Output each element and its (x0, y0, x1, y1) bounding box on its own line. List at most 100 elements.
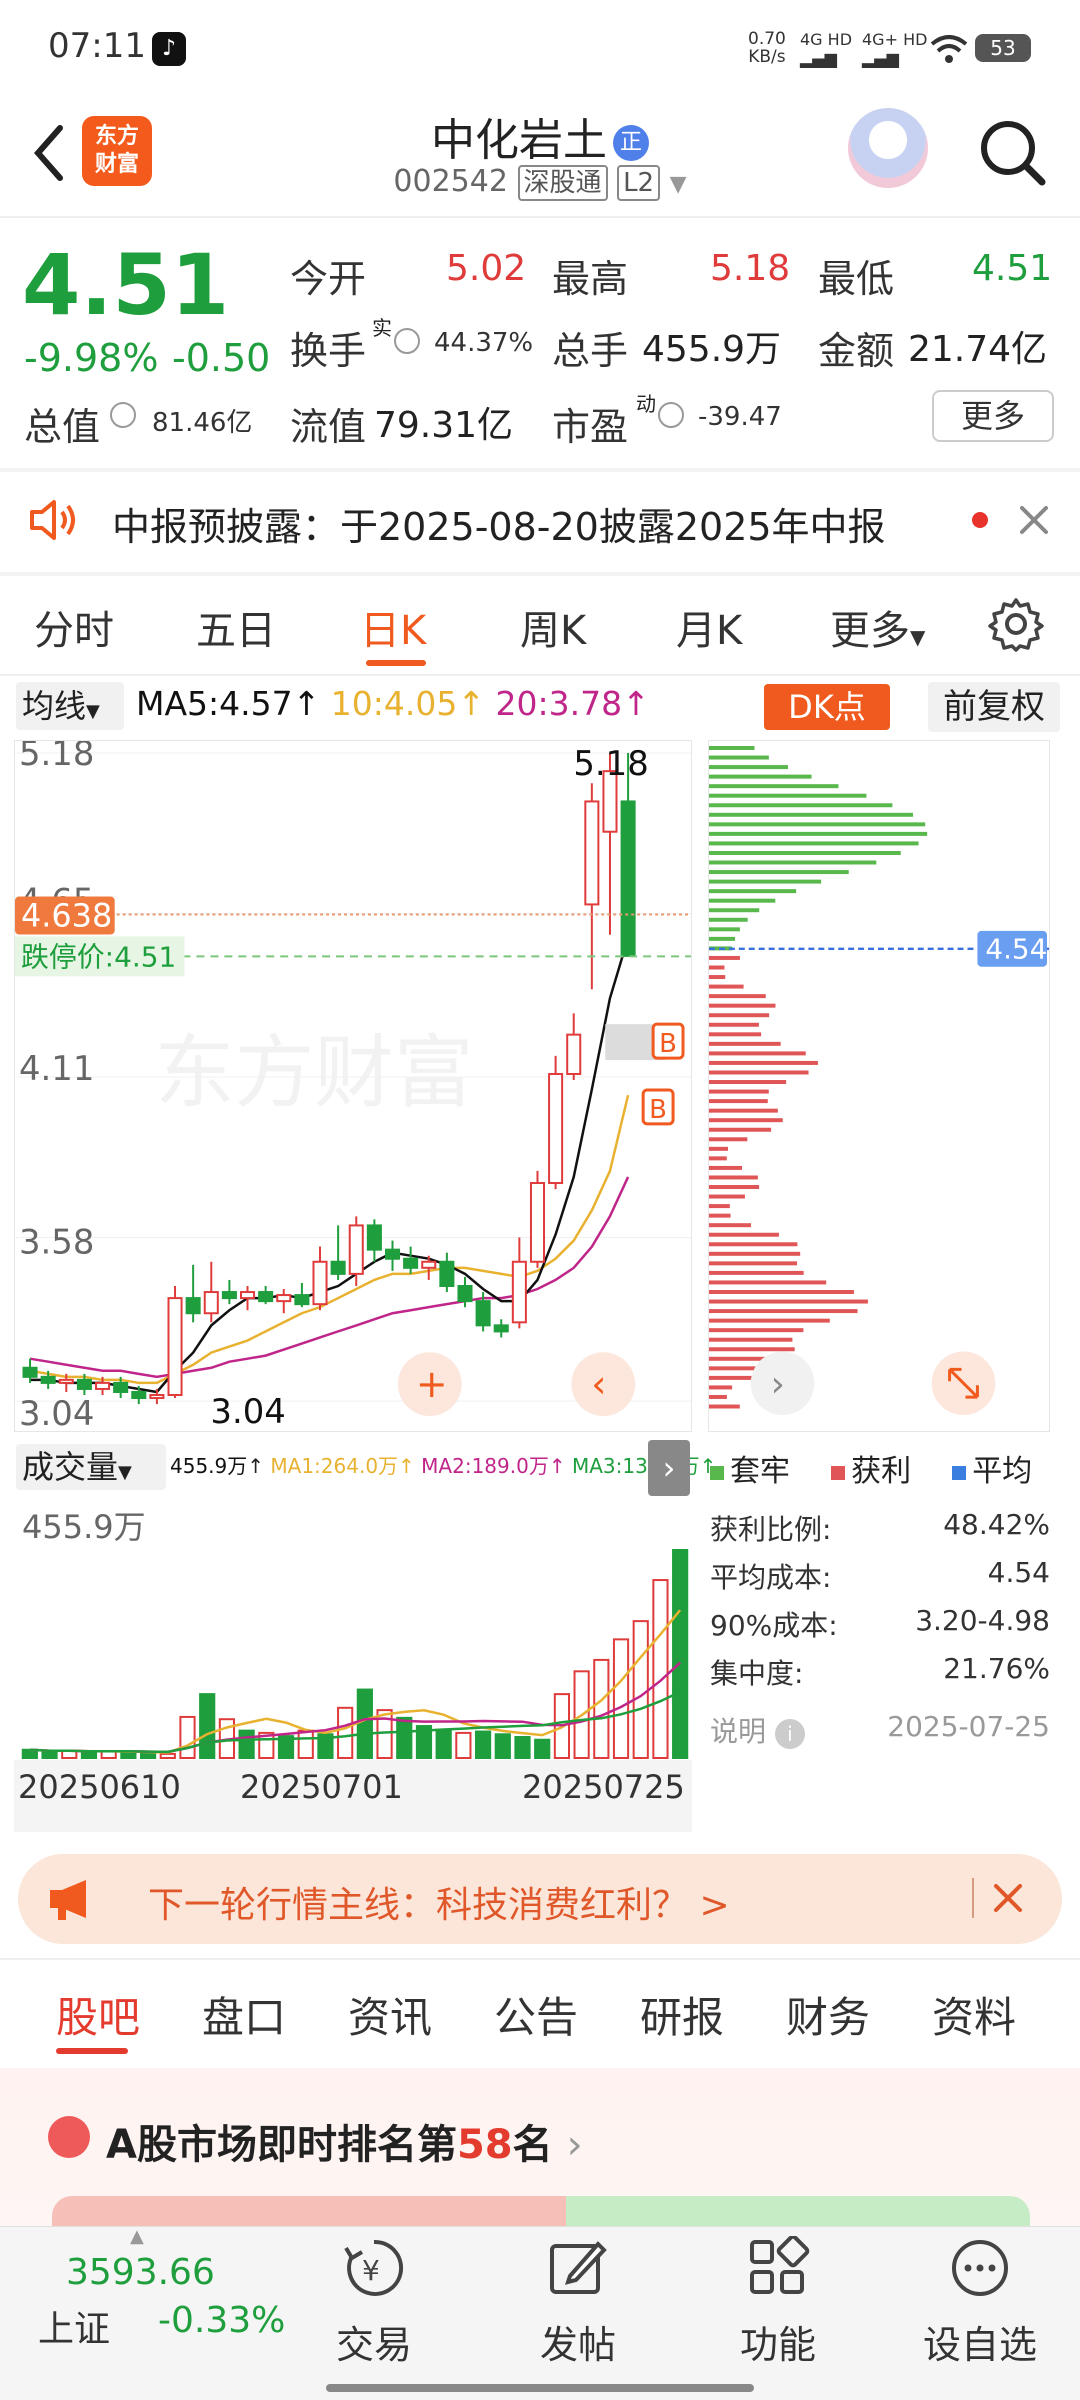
volume-bar (672, 1549, 689, 1759)
tab-finance[interactable]: 财务 (786, 1984, 870, 2045)
tab-five-day[interactable]: 五日 (196, 598, 276, 656)
info-circle-icon[interactable] (110, 402, 136, 428)
more-circle-icon[interactable] (948, 2236, 1012, 2300)
volume-bar (632, 1620, 649, 1759)
candle (312, 1260, 328, 1306)
plus-icon: + (416, 1362, 448, 1406)
notice-text[interactable]: 中报预披露：于2025-08-20披露2025年中报 (112, 496, 886, 551)
tab-daily-k[interactable]: 日K (360, 598, 426, 656)
kline-chart[interactable]: 东方财富 5.18 4.65 4.11 3.58 3.04 4.638 跌停价:… (14, 740, 692, 1432)
dropdown-triangle-icon: ▼ (910, 625, 926, 649)
unread-dot (972, 512, 988, 528)
tab-profile[interactable]: 资料 (932, 1984, 1016, 2045)
chip-bar (709, 1165, 742, 1170)
index-name[interactable]: 上证 (38, 2300, 110, 2352)
chip-bar (709, 1099, 768, 1104)
amount-value: 21.74亿 (908, 329, 1048, 370)
chevron-right-icon[interactable]: › (648, 1440, 690, 1496)
candle (439, 1260, 455, 1287)
chevron-right-icon: › (771, 1364, 785, 1405)
chip-bar (709, 822, 926, 827)
chip-bar (709, 1194, 745, 1199)
tab-intraday[interactable]: 分时 (34, 598, 114, 656)
tab-research[interactable]: 研报 (640, 1984, 724, 2045)
grid-icon[interactable] (746, 2236, 810, 2300)
chip-bar (709, 1261, 798, 1266)
volume-chart[interactable]: 455.9万 (14, 1500, 692, 1760)
banner-text[interactable]: 下一轮行情主线：科技消费红利？ > (148, 1876, 730, 1928)
volume-bar (356, 1688, 373, 1759)
current-price: 4.51 (22, 236, 230, 334)
tab-monthly-k[interactable]: 月K (676, 598, 742, 656)
status-time: 07:11 (48, 26, 146, 66)
candle (185, 1297, 201, 1315)
battery-icon: 53 (975, 34, 1031, 62)
indicator-select[interactable]: 均线▼ (16, 682, 124, 730)
chip-bar (709, 1127, 772, 1132)
chip-bar (709, 879, 822, 884)
info-circle-icon[interactable] (394, 328, 420, 354)
info-circle-icon[interactable] (658, 402, 684, 428)
post-icon[interactable] (546, 2236, 610, 2300)
candle (348, 1224, 364, 1275)
nav-post[interactable]: 发帖 (498, 2314, 658, 2369)
index-value[interactable]: 3593.66 (66, 2252, 215, 2293)
market-rank[interactable]: A股市场即时排名第58名 › (106, 2112, 583, 2170)
chip-stat-row: 集中度: 21.76% (710, 1652, 1050, 1692)
tab-weekly-k[interactable]: 周K (520, 598, 586, 656)
volume-bar (474, 1730, 492, 1759)
tab-announcements[interactable]: 公告 (494, 1984, 578, 2045)
nav-trade[interactable]: 交易 (294, 2314, 454, 2369)
chip-bar (709, 1299, 868, 1304)
chip-bar (709, 793, 867, 798)
net-speed-unit: KB/s (748, 47, 786, 67)
close-icon[interactable] (1014, 500, 1054, 540)
volume-bar (337, 1706, 354, 1759)
ma20-value: 20:3.78 (495, 684, 623, 723)
close-icon[interactable] (990, 1880, 1026, 1916)
search-icon[interactable] (976, 116, 1048, 188)
chip-bar (709, 984, 744, 989)
trade-icon[interactable]: ¥ (342, 2236, 406, 2300)
tab-more[interactable]: 更多▼ (830, 598, 925, 656)
chip-stat-row: 获利比例: 48.42% (710, 1508, 1050, 1548)
dk-point-button[interactable]: DK点 (764, 684, 890, 730)
volume-bar (593, 1658, 610, 1759)
chip-stat-row[interactable]: 说明 i 2025-07-25 (710, 1710, 1050, 1750)
divider (0, 1958, 1080, 1960)
pe-sup: 动 (636, 392, 656, 416)
chip-bar (709, 908, 760, 913)
tab-news[interactable]: 资讯 (348, 1984, 432, 2045)
chip-bar (709, 1270, 804, 1275)
sgt-tag: 深股通 (517, 165, 608, 201)
candle (566, 1033, 582, 1075)
chip-date: 2025-07-25 (887, 1710, 1050, 1743)
chip-bar (709, 1204, 730, 1209)
chip-distribution-chart[interactable]: 4.54 › (708, 740, 1050, 1432)
nav-add-watchlist[interactable]: 设自选 (900, 2314, 1060, 2369)
gear-icon[interactable] (988, 596, 1044, 652)
nav-functions[interactable]: 功能 (698, 2314, 858, 2369)
volume-bar (80, 1751, 98, 1760)
tab-forum[interactable]: 股吧 (56, 1984, 140, 2045)
adjust-mode-button[interactable]: 前复权 (928, 682, 1060, 732)
more-quote-button[interactable]: 更多 (932, 390, 1054, 442)
limit-down-text: 跌停价:4.51 (21, 940, 176, 973)
chip-bar (709, 965, 725, 970)
assistant-avatar[interactable] (848, 108, 928, 188)
speaker-icon (30, 500, 75, 540)
index-change[interactable]: -0.33% (158, 2300, 285, 2341)
candle (239, 1291, 256, 1300)
ma5-line (30, 937, 630, 1394)
chip-bar (709, 1232, 779, 1237)
float-label: 流值 (290, 405, 367, 449)
tab-order-book[interactable]: 盘口 (202, 1984, 286, 2045)
candle (58, 1378, 74, 1384)
volume-bar (179, 1715, 196, 1760)
candle (258, 1291, 274, 1303)
chevron-right-icon: › (566, 2122, 583, 2168)
volume-bar (534, 1738, 551, 1759)
volume-indicator-select[interactable]: 成交量▼ (16, 1444, 166, 1490)
chip-bar (709, 1185, 760, 1189)
high-value: 5.18 (710, 248, 791, 289)
